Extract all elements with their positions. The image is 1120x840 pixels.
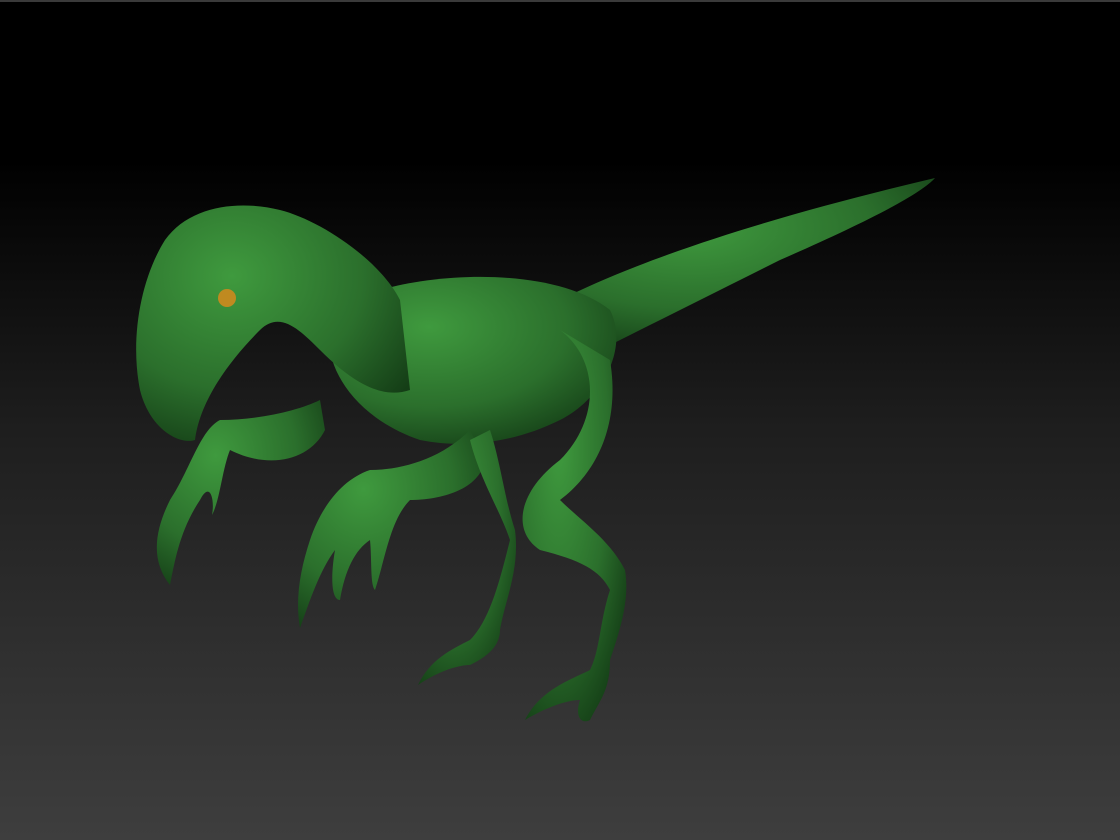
eye	[218, 289, 236, 307]
arm-right	[298, 430, 485, 628]
raptor-sculpt[interactable]	[0, 0, 1120, 840]
3d-viewport[interactable]	[0, 0, 1120, 840]
tail	[560, 178, 935, 345]
raptor-body	[136, 178, 935, 722]
